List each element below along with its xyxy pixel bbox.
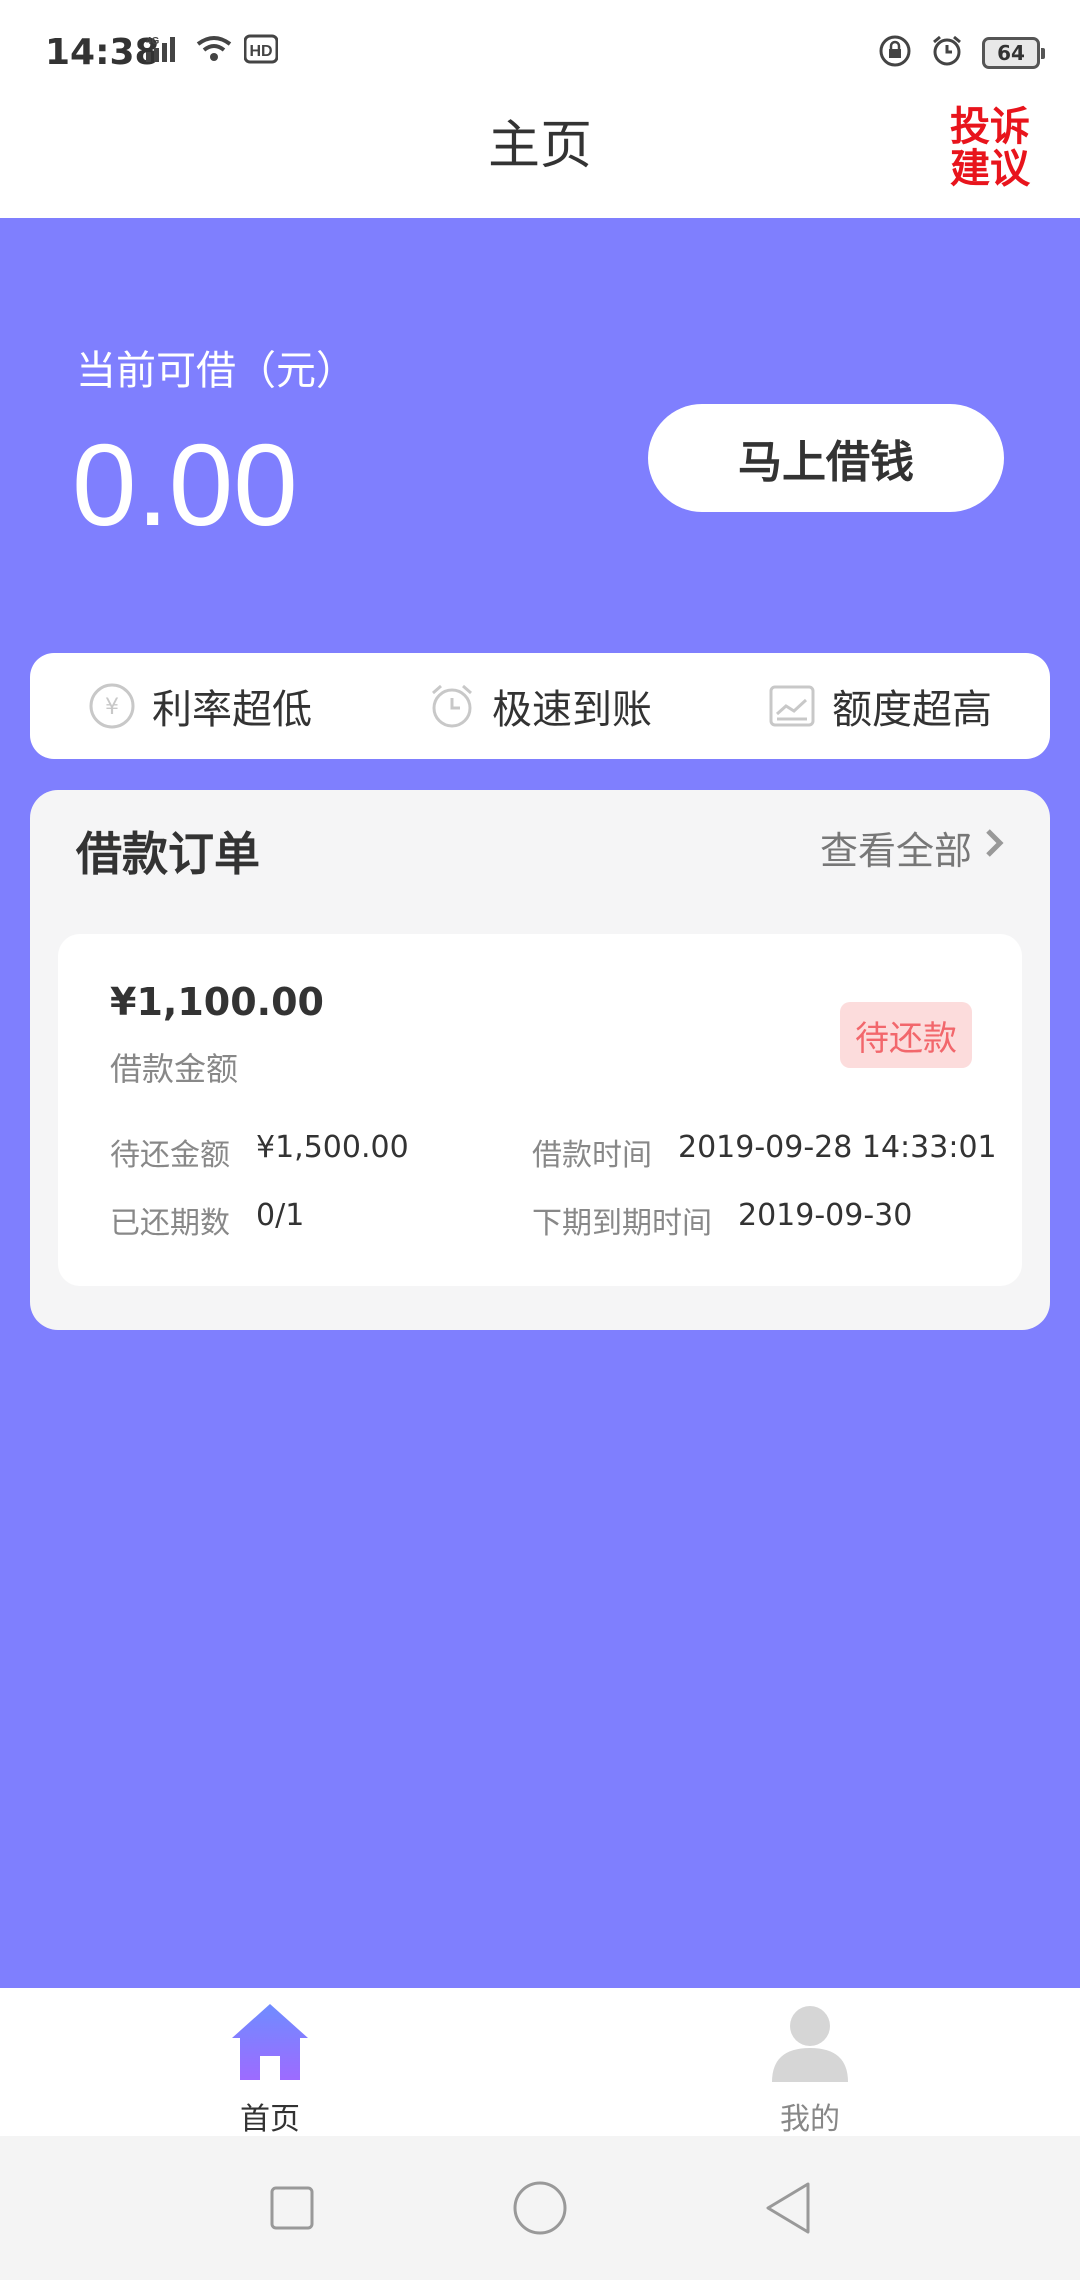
- feature-bar: ¥ 利率超低 极速到账 额度超高: [30, 653, 1050, 759]
- loan-order-item[interactable]: ¥1,100.00 借款金额 待还款 待还金额 ¥1,500.00 借款时间 2…: [58, 934, 1022, 1286]
- borrow-time-value: 2019-09-28 14:33:01: [678, 1130, 997, 1165]
- main-content: 当前可借（元） 0.00 马上借钱 ¥ 利率超低 极速到账 额度超高 借款订单 …: [0, 218, 1080, 1988]
- network-type-text: 4G: [146, 36, 160, 47]
- alarm-clock-icon: [428, 682, 476, 730]
- chart-icon: [768, 682, 816, 730]
- feature-high-limit: 额度超高: [768, 677, 992, 735]
- status-left-icons: 4G HD: [144, 34, 279, 68]
- status-right-icons: 64: [878, 34, 1045, 72]
- bottom-nav: 首页 我的: [0, 1988, 1080, 2138]
- page-title: 主页: [487, 116, 592, 176]
- yen-circle-icon: ¥: [88, 682, 136, 730]
- view-all-link[interactable]: 查看全部: [820, 820, 1006, 875]
- chevron-right-icon: [984, 825, 1006, 870]
- status-time: 14:38: [45, 32, 160, 73]
- status-badge: 待还款: [840, 1002, 972, 1068]
- status-bar: 14:38 4G HD 64: [0, 0, 1080, 110]
- feature-label: 极速到账: [492, 687, 652, 733]
- next-due-label: 下期到期时间: [532, 1206, 712, 1241]
- header: 主页 投诉建议: [0, 106, 1080, 218]
- loan-orders-card: 借款订单 查看全部 ¥1,100.00 借款金额 待还款 待还金额 ¥1,500…: [30, 790, 1050, 1330]
- complaint-button[interactable]: 投诉建议: [945, 106, 1035, 190]
- loan-amount: ¥1,100.00: [110, 980, 324, 1024]
- hd-text: HD: [249, 43, 272, 60]
- system-nav-bar: [0, 2136, 1080, 2280]
- borrow-time-label: 借款时间: [532, 1138, 652, 1173]
- next-due-row: 下期到期时间 2019-09-30: [532, 1198, 912, 1242]
- battery-icon: 64: [982, 37, 1045, 69]
- signal-icon: 4G: [144, 34, 184, 68]
- wifi-icon: [194, 34, 234, 68]
- nav-mine[interactable]: 我的: [710, 2000, 910, 2138]
- recent-apps-icon[interactable]: [268, 2184, 316, 2232]
- hd-icon: HD: [243, 34, 279, 68]
- feature-label: 额度超高: [832, 687, 992, 733]
- due-amount-label: 待还金额: [110, 1138, 230, 1173]
- section-title: 借款订单: [76, 827, 260, 881]
- periods-value: 0/1: [256, 1198, 305, 1233]
- lock-rotation-icon: [878, 34, 912, 72]
- view-all-label: 查看全部: [819, 829, 972, 873]
- available-amount: 0.00: [72, 420, 298, 550]
- home-circle-icon[interactable]: [512, 2180, 568, 2236]
- feature-fast-arrival: 极速到账: [428, 677, 652, 735]
- nav-mine-label: 我的: [780, 2102, 840, 2137]
- borrow-now-button[interactable]: 马上借钱: [648, 404, 1004, 512]
- nav-home[interactable]: 首页: [170, 2000, 370, 2138]
- back-triangle-icon[interactable]: [764, 2180, 812, 2236]
- user-icon: [768, 2000, 852, 2088]
- alarm-icon: [930, 34, 964, 72]
- feature-low-rate: ¥ 利率超低: [88, 677, 312, 735]
- periods-label: 已还期数: [110, 1206, 230, 1241]
- next-due-value: 2019-09-30: [738, 1198, 913, 1233]
- available-label: 当前可借（元）: [76, 348, 356, 394]
- svg-text:¥: ¥: [105, 695, 119, 720]
- nav-home-label: 首页: [240, 2102, 300, 2137]
- loan-amount-label: 借款金额: [110, 1050, 239, 1088]
- feature-label: 利率超低: [152, 687, 312, 733]
- home-icon: [228, 2000, 312, 2088]
- periods-row: 已还期数 0/1: [110, 1198, 304, 1242]
- due-amount-row: 待还金额 ¥1,500.00: [110, 1130, 409, 1174]
- due-amount-value: ¥1,500.00: [256, 1130, 409, 1165]
- borrow-time-row: 借款时间 2019-09-28 14:33:01: [532, 1130, 997, 1174]
